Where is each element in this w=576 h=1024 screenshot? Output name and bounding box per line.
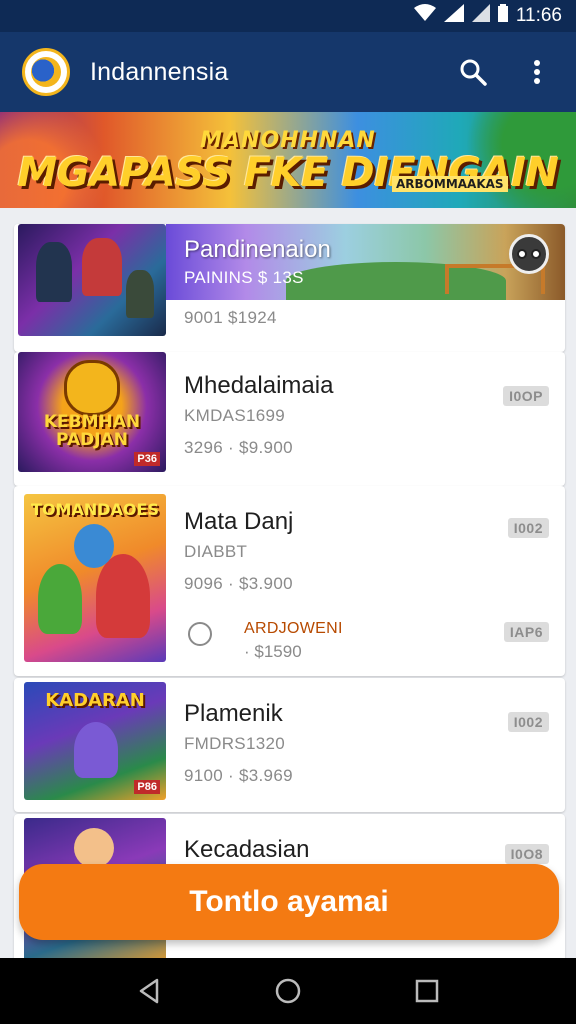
- thumbnail-title: KADARAN: [45, 690, 145, 711]
- item-title: Mata Danj: [184, 508, 294, 535]
- thumbnail-title: KEBMHAN PADJAN: [43, 412, 141, 450]
- primary-cta-button[interactable]: Tontlo ayamai: [19, 864, 559, 940]
- status-badge: I002: [507, 712, 549, 732]
- app-title: Indannensia: [90, 57, 229, 86]
- item-price: 9096 · $3.900: [184, 574, 293, 593]
- item-subtitle: DIABBT: [184, 542, 248, 561]
- item-subtitle: PAININS $ 13S: [184, 268, 304, 287]
- promo-banner[interactable]: MANOHHNAN MGAPASS FKE DIENGAIN ARBOMMAAK…: [0, 112, 576, 208]
- battery-icon: [497, 4, 508, 28]
- list-item[interactable]: KADARAN P86 Plamenik FMDRS1320 9100 · $3…: [14, 678, 565, 812]
- item-title: Pandinenaion: [184, 236, 331, 263]
- recents-icon[interactable]: [407, 971, 447, 1011]
- item-title: Mhedalaimaia: [184, 372, 334, 399]
- list-item[interactable]: TOMANDAOES Mata Danj DIABBT 9096 · $3.90…: [14, 486, 565, 676]
- home-icon[interactable]: [268, 971, 308, 1011]
- game-thumbnail: KADARAN P86: [24, 682, 166, 800]
- system-nav-bar: [0, 958, 576, 1024]
- status-badge: I0O8: [504, 844, 549, 864]
- status-badge: IAP6: [503, 622, 549, 642]
- item-price: 9100 · $3.969: [184, 766, 293, 785]
- more-vert-icon[interactable]: [520, 55, 554, 89]
- item-price: 9001 $1924: [184, 308, 277, 327]
- item-subtitle: KMDAS1699: [184, 406, 285, 425]
- game-thumbnail: [18, 224, 166, 336]
- thumbnail-corner-label: P36: [134, 452, 160, 466]
- order-icon: [188, 622, 212, 646]
- status-time: 11:66: [515, 5, 562, 26]
- item-price: 3296 · $9.900: [184, 438, 293, 457]
- app-logo-icon[interactable]: [22, 48, 70, 96]
- signal-icon: [443, 4, 464, 28]
- search-icon[interactable]: [456, 55, 490, 89]
- item-subtitle: FMDRS1320: [184, 734, 285, 753]
- avatar-icon[interactable]: [509, 234, 549, 274]
- game-thumbnail: TOMANDAOES: [24, 494, 166, 662]
- order-label: ARDJOWENI: [244, 620, 343, 637]
- thumbnail-title: TOMANDAOES: [31, 500, 159, 519]
- wifi-icon: [413, 4, 436, 28]
- status-bar: 11:66: [0, 0, 576, 32]
- order-price: · $1590: [244, 642, 302, 661]
- signal-icon: [471, 4, 490, 28]
- game-thumbnail: KEBMHAN PADJAN P36: [18, 352, 166, 472]
- status-badge: I002: [507, 518, 549, 538]
- list-item[interactable]: KEBMHAN PADJAN P36 Mhedalaimaia KMDAS169…: [14, 352, 565, 486]
- item-title: Plamenik: [184, 700, 283, 727]
- list-item[interactable]: Pandinenaion PAININS $ 13S 9001 $1924: [14, 224, 565, 352]
- thumbnail-corner-label: P86: [134, 780, 160, 794]
- status-badge: I0OP: [503, 386, 549, 406]
- back-icon[interactable]: [129, 971, 169, 1011]
- banner-sub: ARBOMMAAKAS: [392, 176, 508, 192]
- app-bar: Indannensia: [0, 32, 576, 112]
- item-title: Kecadasian: [184, 836, 310, 863]
